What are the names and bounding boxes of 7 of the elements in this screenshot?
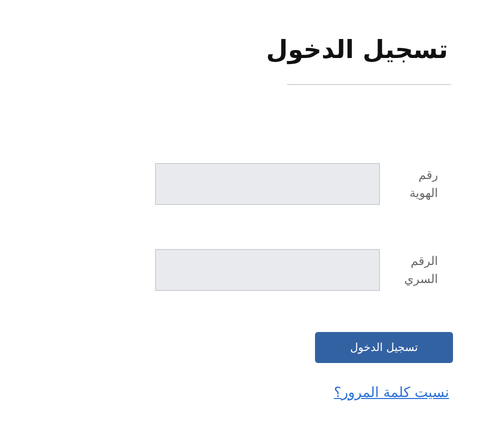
input-field[interactable] xyxy=(155,249,380,291)
page-title: تسجيل الدخول xyxy=(266,34,448,66)
input-field[interactable] xyxy=(155,163,380,205)
field-label: رقم الهوية xyxy=(408,167,438,202)
field-label: الرقم السري xyxy=(403,253,438,288)
login-button[interactable]: تسجيل الدخول xyxy=(315,332,453,363)
forgot-password-link[interactable]: نسيت كلمة المرور؟ xyxy=(334,385,449,401)
